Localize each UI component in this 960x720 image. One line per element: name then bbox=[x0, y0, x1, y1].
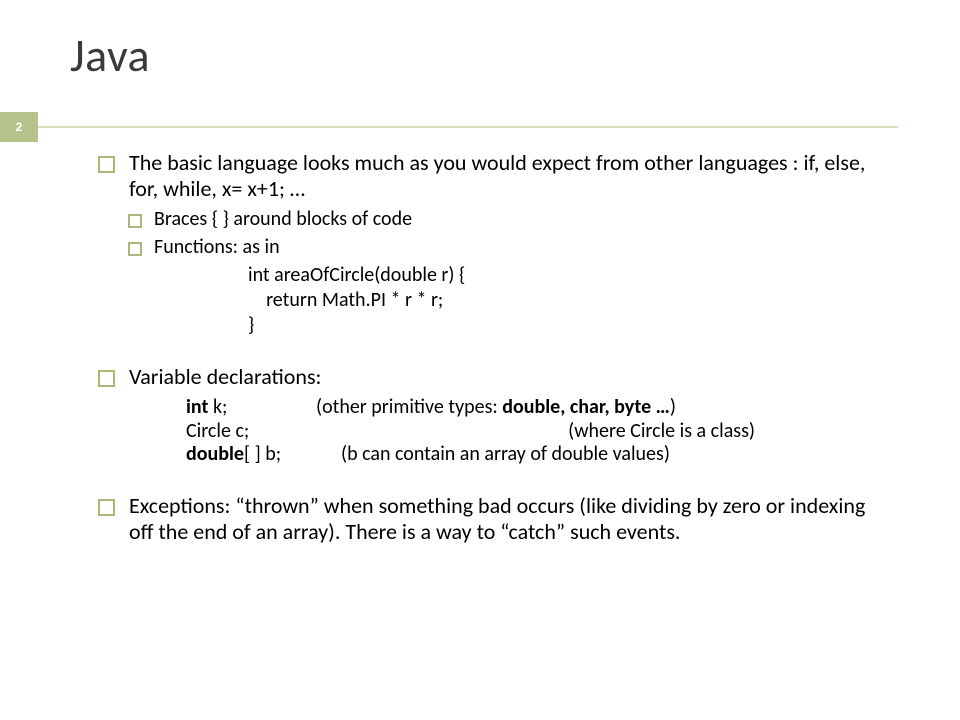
bullet-vardecls: Variable declarations: bbox=[98, 364, 885, 390]
bullet-text: Variable declarations: bbox=[129, 364, 885, 390]
decl-row: Circle c; (where Circle is a class) bbox=[186, 420, 885, 444]
bullet-icon bbox=[98, 156, 115, 173]
decl-row: double[ ] b; (b can contain an array of … bbox=[186, 443, 885, 467]
declarations-block: int k; (other primitive types: double, c… bbox=[186, 396, 885, 467]
divider-line bbox=[38, 126, 898, 128]
page-number: 2 bbox=[0, 112, 38, 142]
bullet-icon bbox=[128, 242, 142, 256]
bullet-text: The basic language looks much as you wou… bbox=[129, 150, 885, 202]
code-line: int areaOfCircle(double r) { bbox=[248, 263, 885, 288]
decl-row: int k; (other primitive types: double, c… bbox=[186, 396, 885, 420]
bullet-icon bbox=[98, 499, 115, 516]
code-line: return Math.PI * r * r; bbox=[248, 288, 885, 313]
code-block-function: int areaOfCircle(double r) { return Math… bbox=[248, 263, 885, 338]
subbullet-braces: Braces { } around blocks of code bbox=[128, 208, 885, 232]
code-line: } bbox=[248, 313, 885, 338]
subbullet-functions: Functions: as in bbox=[128, 236, 885, 260]
bullet-icon bbox=[128, 214, 142, 228]
subbullet-text: Braces { } around blocks of code bbox=[154, 208, 412, 232]
divider: 2 bbox=[0, 112, 960, 142]
bullet-intro: The basic language looks much as you wou… bbox=[98, 150, 885, 202]
slide-body: The basic language looks much as you wou… bbox=[98, 150, 885, 551]
bullet-text: Exceptions: “thrown” when something bad … bbox=[129, 493, 885, 545]
bullet-exceptions: Exceptions: “thrown” when something bad … bbox=[98, 493, 885, 545]
subbullet-text: Functions: as in bbox=[154, 236, 280, 260]
slide-title: Java bbox=[70, 28, 150, 84]
bullet-icon bbox=[98, 370, 115, 387]
